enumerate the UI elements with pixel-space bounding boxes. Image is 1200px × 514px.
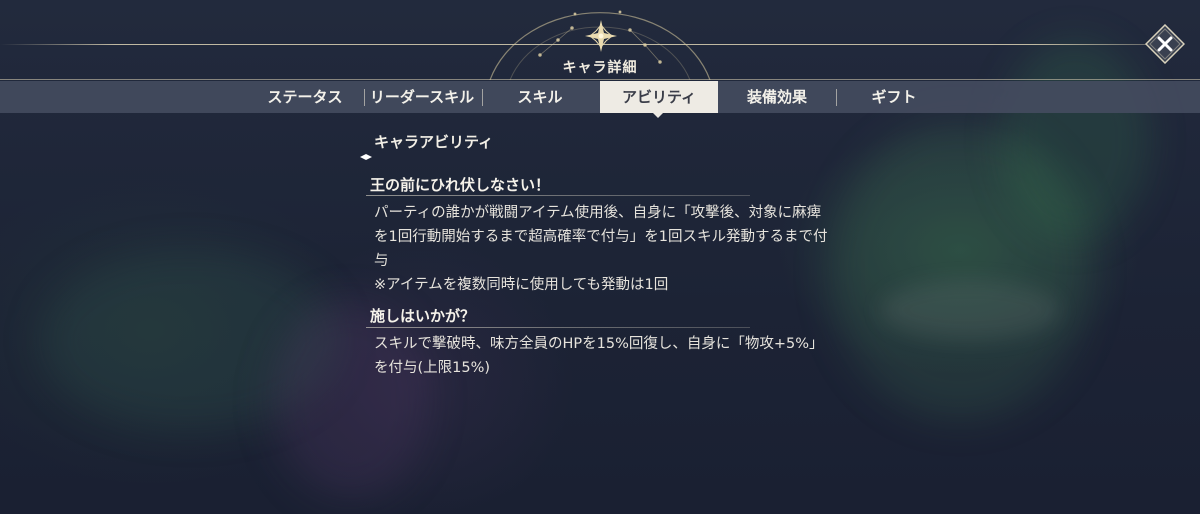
ability-description: パーティの誰かが戦闘アイテム使用後、自身に「攻撃後、対象に麻痺 を1回行動開始す… [374,205,828,293]
section-title: キャラアビリティ [374,133,494,151]
background-blur [270,300,430,500]
tab-gift[interactable]: ギフト [846,81,942,113]
section-divider [360,154,780,160]
tab-separator [364,89,365,106]
tab-ability[interactable]: アビリティ [600,81,718,113]
active-tab-indicator [653,113,663,118]
ability-description: スキルで撃破時、味方全員のHPを15%回復し、自身に「物攻+5%」 を付与(上限… [374,336,824,376]
tab-status[interactable]: ステータス [255,81,355,113]
tab-bar: ステータス リーダースキル スキル アビリティ 装備効果 ギフト [0,81,1200,113]
character-detail-screen: キャラ詳細 ステータス リーダースキル スキル アビリティ 装備効果 ギフト キ… [0,0,1200,514]
ability-name: 施しはいかが？ [370,307,476,325]
close-button[interactable] [1145,24,1185,64]
tab-skill[interactable]: スキル [492,81,588,113]
page-title: キャラ詳細 [562,60,638,76]
tab-leader-skill[interactable]: リーダースキル [366,81,478,113]
tab-separator [836,89,837,106]
ability-divider [366,327,750,328]
ability-name: 王の前にひれ伏しなさい！ [370,176,551,194]
compass-star-icon [585,20,617,52]
tab-separator [482,89,483,106]
background-blur [880,280,1060,340]
header-bottom-divider [0,79,1200,80]
ability-divider [366,195,750,196]
header: キャラ詳細 [0,0,1200,80]
tab-equipment-effect[interactable]: 装備効果 [728,81,826,113]
